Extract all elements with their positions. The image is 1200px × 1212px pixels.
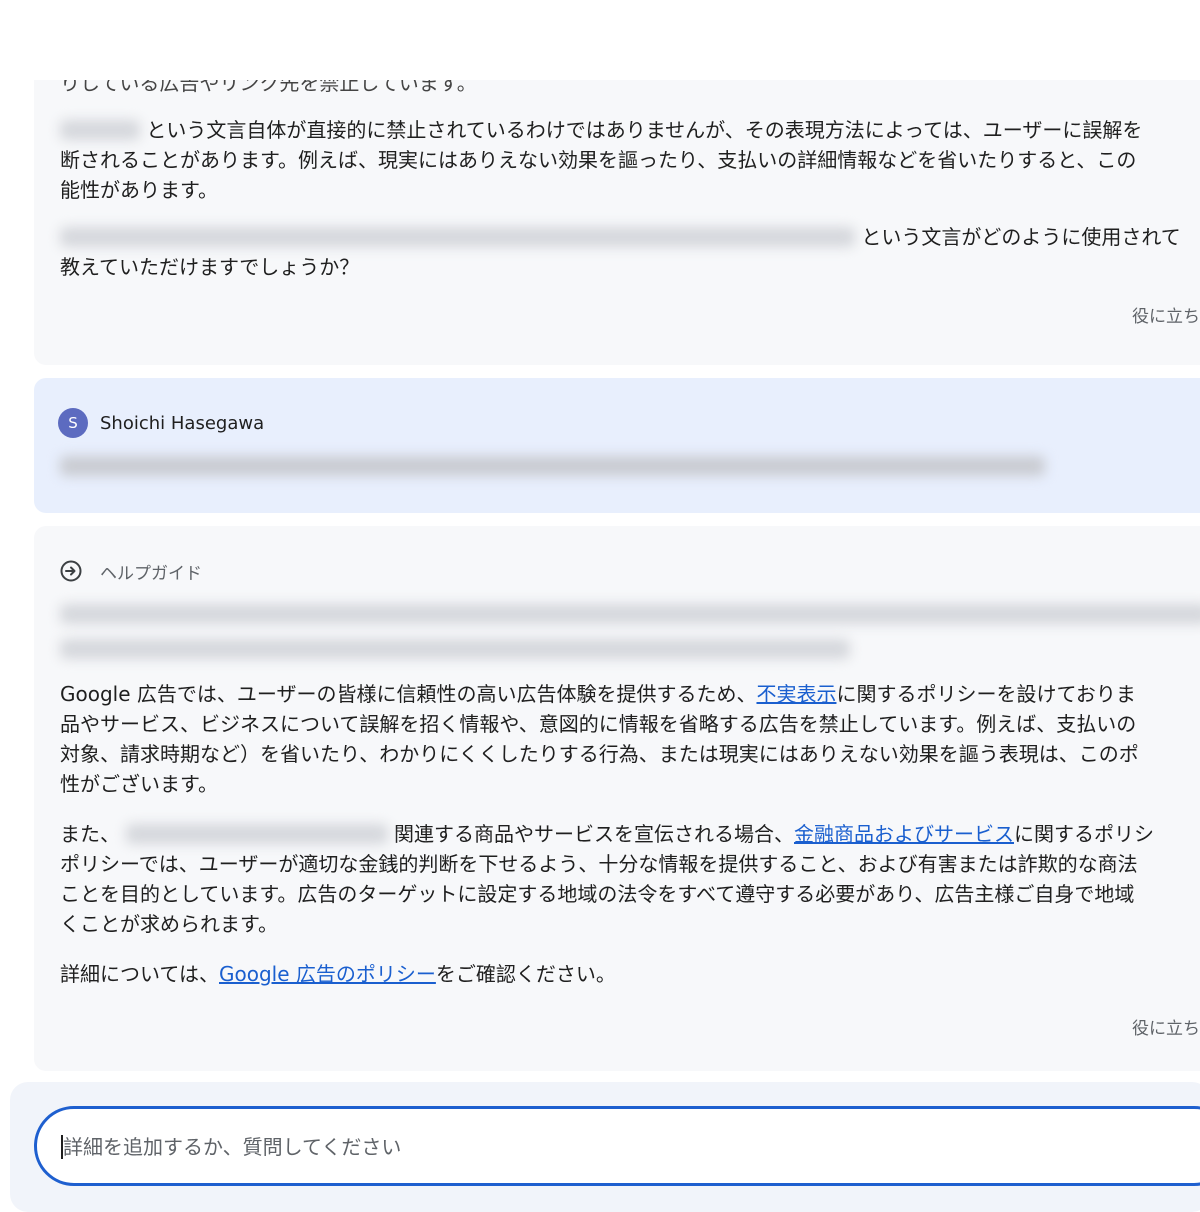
cutoff-line-text: りしている広告やリンク先を禁止しています。 [60, 80, 477, 95]
guide-paragraph-2-line-1: 関連する商品やサービスを宣伝される場合、 [394, 822, 794, 846]
guide-paragraph-1-line-1: Google 広告では、ユーザーの皆様に信頼性の高い広告体験を提供するため、 [60, 682, 757, 706]
feedback-label[interactable]: 役に立ち [1132, 302, 1200, 327]
reply-paragraph-1-line-2: 断されることがあります。例えば、現実にはありえない効果を謳ったり、支払いの詳細情… [60, 148, 1137, 172]
guide-paragraph-2-line-4: くことが求められます。 [60, 912, 278, 936]
reply-paragraph-2: という文言がどのように使用されて 教えていただけますでしょうか？ [60, 222, 1200, 282]
redacted-intro [60, 604, 1200, 660]
avatar: S [58, 408, 88, 438]
user-message-card: S Shoichi Hasegawa [34, 378, 1200, 513]
guide-paragraph-2-line-1-end: に関するポリシ [1014, 822, 1154, 846]
guide-paragraph-1-line-3: 対象、請求時期など）を省いたり、わかりにくくしたりする行為、または現実にはありえ… [60, 742, 1139, 766]
guide-paragraph-2-line-3: ことを目的としています。広告のターゲットに設定する地域の法令をすべて遵守する必要… [60, 882, 1135, 906]
guide-paragraph-2-prefix: また、 [60, 822, 120, 846]
message-input[interactable] [61, 1121, 965, 1173]
help-guide-icon [58, 558, 84, 584]
guide-paragraph-3-end: をご確認ください。 [435, 962, 616, 986]
guide-paragraph-3: 詳細については、Google 広告のポリシーをご確認ください。 [60, 959, 1200, 989]
guide-paragraph-1-line-4: 性がございます。 [60, 772, 218, 796]
redacted-text [60, 120, 140, 140]
redacted-text [60, 227, 855, 247]
guide-paragraph-1: Google 広告では、ユーザーの皆様に信頼性の高い広告体験を提供するため、不実… [60, 679, 1200, 799]
redacted-text [126, 824, 388, 844]
feedback-label[interactable]: 役に立ち [1132, 1014, 1200, 1039]
guide-paragraph-1-line-2: 品やサービス、ビジネスについて誤解を招く情報や、意図的に情報を省略する広告を禁止… [60, 712, 1137, 736]
redacted-text [60, 456, 1045, 476]
author-name: Shoichi Hasegawa [100, 412, 265, 434]
guide-paragraph-2: また、 関連する商品やサービスを宣伝される場合、金融商品およびサービスに関するポリ… [60, 819, 1200, 939]
help-guide-card: ヘルプガイド Google 広告では、ユーザーの皆様に信頼性の高い広告体験を提供… [34, 526, 1200, 1071]
help-guide-header: ヘルプガイド [58, 554, 202, 588]
reply-paragraph-1-line-1: という文言自体が直接的に禁止されているわけではありませんが、その表現方法によって… [146, 118, 1143, 142]
previous-reply-card: りしている広告やリンク先を禁止しています。 という文言自体が直接的に禁止されてい… [34, 80, 1200, 365]
composer-container [10, 1082, 1200, 1212]
reply-paragraph-1-line-3: 能性があります。 [60, 178, 218, 202]
redacted-text [60, 604, 1200, 624]
message-author: S Shoichi Hasegawa [58, 406, 264, 440]
reply-paragraph-2-line-1: という文言がどのように使用されて [861, 225, 1181, 249]
composer[interactable] [34, 1106, 1200, 1186]
redacted-text [60, 639, 850, 659]
help-guide-label: ヘルプガイド [100, 563, 202, 584]
misrepresentation-link[interactable]: 不実表示 [756, 682, 836, 706]
conversation-area[interactable]: りしている広告やリンク先を禁止しています。 という文言自体が直接的に禁止されてい… [0, 80, 1200, 1080]
reply-paragraph-2-line-2: 教えていただけますでしょうか？ [60, 255, 360, 279]
user-message-text [60, 456, 1045, 477]
financial-services-link[interactable]: 金融商品およびサービス [794, 822, 1014, 846]
guide-paragraph-1-line-1-end: に関するポリシーを設けておりま [836, 682, 1136, 706]
ads-policy-link[interactable]: Google 広告のポリシー [219, 962, 436, 986]
guide-paragraph-3-start: 詳細については、 [60, 962, 219, 986]
reply-paragraph-1: という文言自体が直接的に禁止されているわけではありませんが、その表現方法によって… [60, 115, 1200, 205]
guide-paragraph-2-line-2: ポリシーでは、ユーザーが適切な金銭的判断を下せるよう、十分な情報を提供すること、… [60, 852, 1138, 876]
cutoff-line: りしている広告やリンク先を禁止しています。 [60, 80, 1200, 102]
